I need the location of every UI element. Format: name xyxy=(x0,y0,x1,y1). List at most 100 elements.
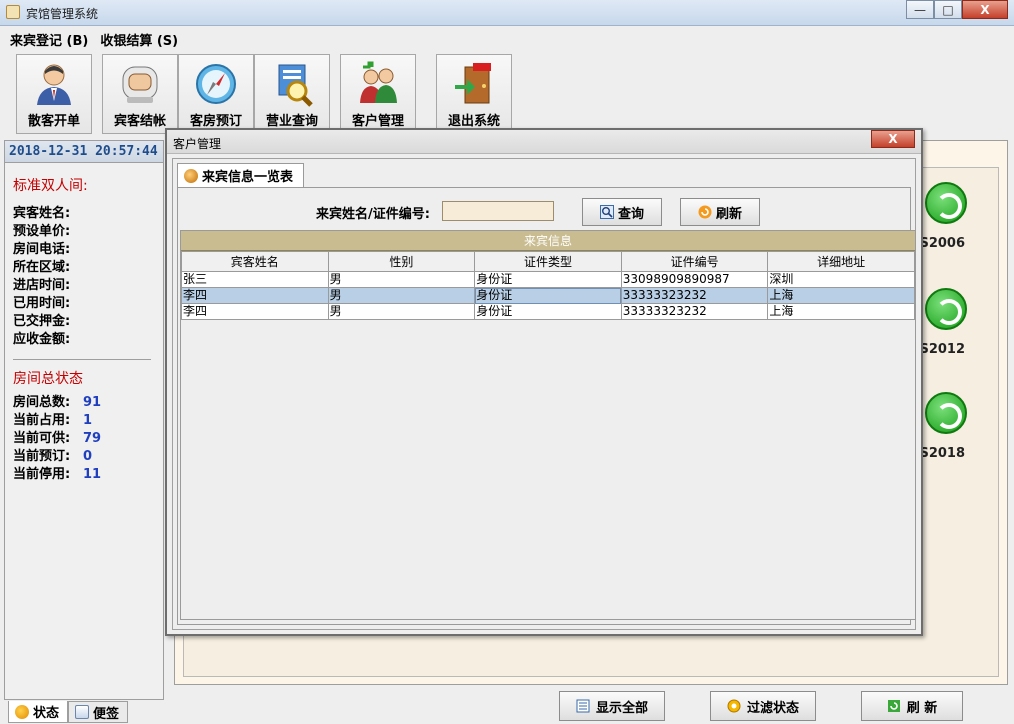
list-icon xyxy=(576,699,590,713)
room-status-panel: 2018-12-31 20:57:44 标准双人间: 宾客姓名: 预设单价: 房… xyxy=(4,140,164,700)
field-amount-due: 应收金额: xyxy=(13,332,71,347)
guest-list-panel: 来宾姓名/证件编号: 查询 刷新 来宾信息 宾客姓名 性别 证件类型 证件编号 … xyxy=(177,187,916,625)
stat-total-rooms: 房间总数: 91 xyxy=(13,395,102,410)
table-row-selected[interactable]: 李四 男 身份证 33333323232 上海 xyxy=(181,287,915,304)
dialog-close-button[interactable]: X xyxy=(871,130,915,148)
tab-guest-list[interactable]: 来宾信息一览表 xyxy=(177,163,305,187)
note-icon xyxy=(75,705,90,719)
left-panel-tabs: 状态 便签 xyxy=(8,701,129,723)
exit-system-button[interactable]: 退出系统 xyxy=(436,54,512,134)
datetime-display: 2018-12-31 20:57:44 xyxy=(5,141,163,163)
magnifier-icon xyxy=(278,64,313,107)
table-cell[interactable]: 男 xyxy=(327,303,476,320)
refresh-button[interactable]: 刷新 xyxy=(680,198,760,226)
tab-status[interactable]: 状态 xyxy=(8,701,69,723)
column-header-gender[interactable]: 性别 xyxy=(327,251,476,272)
customers-icon xyxy=(360,61,397,103)
customer-management-dialog: 客户管理 X 来宾信息一览表 来宾姓名/证件编号: 查询 刷新 来宾信息 宾客姓… xyxy=(165,128,923,636)
table-row[interactable]: 张三 男 身份证 33098909890987 深圳 xyxy=(181,271,915,288)
stat-reserved: 当前预订: 0 xyxy=(13,449,93,464)
room-available-icon xyxy=(925,182,967,224)
menu-cashier-settlement[interactable]: 收银结算 (S) xyxy=(100,30,178,49)
search-input[interactable] xyxy=(442,201,554,221)
dialog-title-bar: 客户管理 X xyxy=(167,130,921,154)
tab-notes[interactable]: 便签 xyxy=(68,701,129,723)
field-deposit-paid: 已交押金: xyxy=(13,314,71,329)
customer-management-button[interactable]: 客户管理 xyxy=(340,54,416,134)
filter-status-button[interactable]: 过滤状态 xyxy=(710,691,816,721)
toolbar-label: 散客开单 xyxy=(27,114,80,129)
table-cell-focused[interactable]: 身份证 xyxy=(474,287,622,304)
table-cell[interactable]: 男 xyxy=(327,271,476,288)
walk-in-checkin-button[interactable]: 散客开单 xyxy=(16,54,92,134)
refresh-icon xyxy=(698,205,712,219)
table-cell[interactable]: 33333323232 xyxy=(620,303,769,320)
dialog-frame: 来宾信息一览表 来宾姓名/证件编号: 查询 刷新 来宾信息 宾客姓名 性别 证件… xyxy=(172,158,916,630)
window-title: 宾馆管理系统 xyxy=(26,7,99,21)
checkout-robot-icon xyxy=(122,66,158,103)
column-header-guest-name[interactable]: 宾客姓名 xyxy=(181,251,329,272)
dialog-title: 客户管理 xyxy=(173,137,222,151)
table-cell[interactable]: 张三 xyxy=(181,271,329,288)
column-header-address[interactable]: 详细地址 xyxy=(767,251,915,272)
table-cell[interactable]: 李四 xyxy=(181,287,329,304)
panel-divider xyxy=(13,359,151,360)
table-cell[interactable]: 上海 xyxy=(767,287,915,304)
stat-available: 当前可供: 79 xyxy=(13,431,102,446)
search-icon xyxy=(599,205,614,219)
field-area: 所在区域: xyxy=(13,260,71,275)
guest-table-container: 来宾信息 宾客姓名 性别 证件类型 证件编号 详细地址 张三 男 身份证 330… xyxy=(180,230,916,620)
status-icon xyxy=(15,704,29,719)
window-controls: — □ X xyxy=(906,0,1008,19)
room-available-icon xyxy=(925,392,967,434)
table-cell[interactable]: 男 xyxy=(327,287,476,304)
app-coffee-icon xyxy=(6,5,20,19)
table-cell[interactable]: 33098909890987 xyxy=(620,271,769,288)
minimize-button[interactable]: — xyxy=(906,0,934,19)
maximize-button[interactable]: □ xyxy=(934,0,962,19)
guest-checkout-button[interactable]: 宾客结帐 xyxy=(102,54,178,134)
toolbar-label: 营业查询 xyxy=(265,114,318,129)
refresh-rooms-button[interactable]: 刷 新 xyxy=(861,691,963,721)
field-checkin-time: 进店时间: xyxy=(13,278,71,293)
room-summary-title: 房间总状态 xyxy=(13,371,83,387)
table-cell[interactable]: 身份证 xyxy=(474,303,622,320)
field-used-time: 已用时间: xyxy=(13,296,71,311)
table-cell[interactable]: 李四 xyxy=(181,303,329,320)
toolbar-label: 退出系统 xyxy=(447,114,500,129)
business-query-button[interactable]: 营业查询 xyxy=(254,54,330,134)
table-cell[interactable]: 身份证 xyxy=(474,271,622,288)
room-reservation-button[interactable]: 客房预订 xyxy=(178,54,254,134)
field-preset-price: 预设单价: xyxy=(13,224,71,239)
column-header-id-type[interactable]: 证件类型 xyxy=(474,251,622,272)
search-row: 来宾姓名/证件编号: 查询 刷新 xyxy=(178,198,910,226)
refresh-icon xyxy=(887,700,900,712)
window-title-bar: 宾馆管理系统 — □ X xyxy=(0,0,1014,26)
main-toolbar: 散客开单 宾客结帐 客房预订 营业查询 客户管理 退出系统 xyxy=(0,54,1008,134)
toolbar-label: 客房预订 xyxy=(189,114,242,129)
table-cell[interactable]: 深圳 xyxy=(767,271,915,288)
close-button[interactable]: X xyxy=(962,0,1008,19)
exit-door-icon xyxy=(455,63,491,104)
guest-tab-icon xyxy=(184,168,198,183)
table-cell[interactable]: 上海 xyxy=(767,303,915,320)
toolbar-label: 宾客结帐 xyxy=(113,114,166,129)
room-available-icon xyxy=(925,288,967,330)
table-caption: 来宾信息 xyxy=(181,231,915,251)
search-label: 来宾姓名/证件编号: xyxy=(316,207,430,222)
table-cell[interactable]: 33333323232 xyxy=(620,287,769,304)
stat-occupied: 当前占用: 1 xyxy=(13,413,93,428)
field-guest-name: 宾客姓名: xyxy=(13,206,71,221)
guest-person-icon xyxy=(37,64,71,105)
table-row[interactable]: 李四 男 身份证 33333323232 上海 xyxy=(181,303,915,320)
compass-icon xyxy=(196,64,236,104)
room-type-title: 标准双人间: xyxy=(13,178,88,194)
show-all-button[interactable]: 显示全部 xyxy=(559,691,665,721)
column-header-id-number[interactable]: 证件编号 xyxy=(620,251,769,272)
toolbar-label: 客户管理 xyxy=(351,114,404,129)
menu-guest-registration[interactable]: 来宾登记 (B) xyxy=(10,30,88,49)
query-button[interactable]: 查询 xyxy=(582,198,662,226)
menu-bar: 来宾登记 (B) 收银结算 (S) xyxy=(0,27,1008,51)
field-room-phone: 房间电话: xyxy=(13,242,71,257)
guest-table: 宾客姓名 性别 证件类型 证件编号 详细地址 张三 男 身份证 33098909 xyxy=(181,251,915,320)
